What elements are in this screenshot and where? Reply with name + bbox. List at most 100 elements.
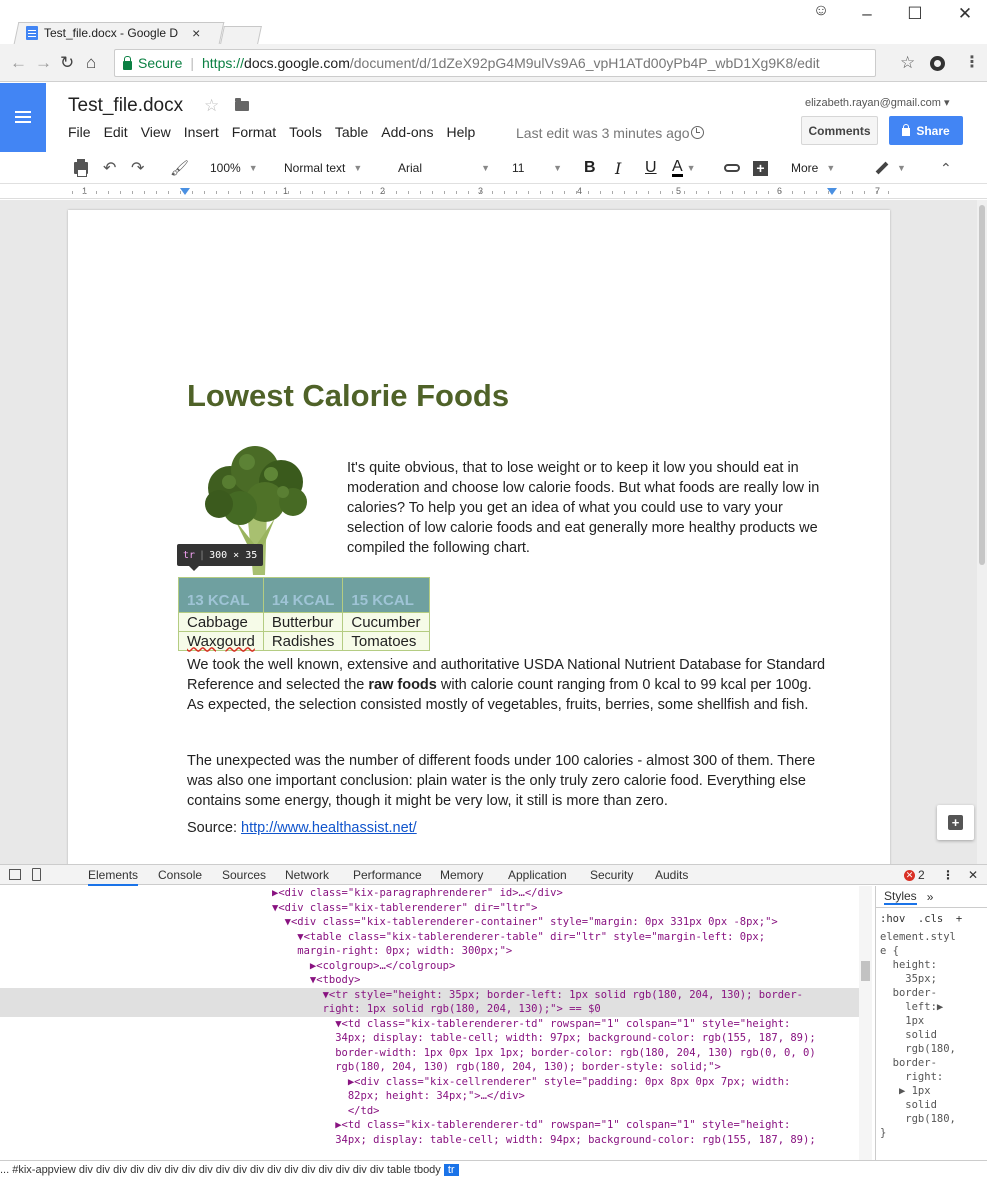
home-icon[interactable]: ⌂ xyxy=(86,53,96,73)
paint-format-icon[interactable]: 🖌︎ xyxy=(170,158,189,178)
star-document-icon[interactable]: ☆ xyxy=(204,96,219,116)
forward-arrow-icon[interactable]: → xyxy=(35,53,52,73)
menu-addons[interactable]: Add-ons xyxy=(381,124,433,140)
breadcrumb-active[interactable]: tr xyxy=(443,1164,459,1176)
tab-application[interactable]: Application xyxy=(508,868,567,882)
table-cell[interactable]: Tomatoes xyxy=(342,631,430,651)
dom-node-line[interactable]: 34px; display: table-cell; width: 97px; … xyxy=(272,1031,815,1046)
insert-comment-button[interactable]: + xyxy=(753,158,768,178)
font-size-select[interactable]: 11 ▼ xyxy=(512,158,562,178)
document-scrollbar[interactable] xyxy=(977,200,987,864)
menu-help[interactable]: Help xyxy=(446,124,475,140)
back-arrow-icon[interactable]: ← xyxy=(10,53,27,73)
table-header-cell[interactable]: 14 KCAL xyxy=(262,577,344,613)
maximize-button[interactable]: ☐ xyxy=(900,4,930,24)
dom-node-line[interactable]: </td> xyxy=(272,1104,380,1119)
insert-link-button[interactable] xyxy=(724,158,740,178)
style-rule-line[interactable]: border- xyxy=(880,986,962,1000)
browser-tab-content[interactable]: Test_file.docx - Google D × xyxy=(26,24,200,42)
style-rule-line[interactable]: 35px; xyxy=(880,972,962,986)
style-rule-line[interactable]: rgb(180, xyxy=(880,1042,962,1056)
menu-edit[interactable]: Edit xyxy=(104,124,128,140)
elements-scrollbar[interactable] xyxy=(859,886,872,1160)
menu-format[interactable]: Format xyxy=(232,124,276,140)
menu-tools[interactable]: Tools xyxy=(289,124,322,140)
menu-view[interactable]: View xyxy=(141,124,171,140)
misspelled-word[interactable]: Waxgourd xyxy=(187,633,255,650)
style-rule-line[interactable]: element.styl xyxy=(880,930,962,944)
scrollbar-thumb[interactable] xyxy=(861,961,870,981)
breadcrumb-path[interactable]: ... #kix-appview div div div div div div… xyxy=(0,1164,441,1176)
tab-console[interactable]: Console xyxy=(158,868,202,882)
table-cell[interactable]: Cabbage xyxy=(178,612,264,632)
style-rule-line[interactable]: solid xyxy=(880,1028,962,1042)
error-count-badge[interactable]: ✕ 2 xyxy=(904,868,925,882)
address-bar[interactable]: Secure | https:// docs.google.com /docum… xyxy=(114,49,876,77)
dom-node-line[interactable]: ▼<tbody> xyxy=(272,973,361,988)
style-rule-line[interactable]: rgb(180, xyxy=(880,1112,962,1126)
menu-table[interactable]: Table xyxy=(335,124,368,140)
style-rule-line[interactable]: ▶ 1px xyxy=(880,1084,962,1098)
tab-elements[interactable]: Elements xyxy=(88,868,139,886)
table-header-row[interactable]: 13 KCAL 14 KCAL 15 KCAL xyxy=(178,577,430,613)
account-menu[interactable]: elizabeth.rayan@gmail.com ▾ xyxy=(805,96,950,109)
close-window-button[interactable]: ✕ xyxy=(950,4,980,24)
more-button[interactable]: More ▼ xyxy=(791,158,835,178)
table-row[interactable]: Waxgourd Radishes Tomatoes xyxy=(178,631,430,651)
table-row[interactable]: Cabbage Butterbur Cucumber xyxy=(178,612,430,632)
tab-security[interactable]: Security xyxy=(590,868,633,882)
tab-memory[interactable]: Memory xyxy=(440,868,483,882)
new-tab-button[interactable] xyxy=(220,26,262,44)
style-rule-line[interactable]: 1px xyxy=(880,1014,962,1028)
dom-node-line[interactable]: ▼<tr style="height: 35px; border-left: 1… xyxy=(0,987,859,1002)
dom-node-line[interactable]: margin-right: 0px; width: 300px;"> xyxy=(272,944,512,959)
profile-icon[interactable]: ☺ xyxy=(806,2,836,20)
source-link[interactable]: http://www.healthassist.net/ xyxy=(241,820,417,836)
styles-rules[interactable]: element.styl e { height: 35px; border- le… xyxy=(880,930,962,1140)
devtools-close-icon[interactable]: ✕ xyxy=(968,868,978,882)
tab-network[interactable]: Network xyxy=(285,868,329,882)
document-page[interactable]: Lowest Calorie Foods It's quite obvious,… xyxy=(68,210,890,864)
move-to-folder-icon[interactable] xyxy=(235,98,249,111)
comments-button[interactable]: Comments xyxy=(801,116,878,145)
font-select[interactable]: Arial ▼ xyxy=(398,158,490,178)
redo-icon[interactable]: ↷ xyxy=(131,158,144,178)
tab-audits[interactable]: Audits xyxy=(655,868,688,882)
inspect-element-icon[interactable] xyxy=(9,869,21,880)
collapse-menus-icon[interactable]: ⌃ xyxy=(940,158,952,178)
dom-node-line[interactable]: rgb(180, 204, 130) rgb(180, 204, 130); b… xyxy=(272,1060,721,1075)
share-button[interactable]: Share xyxy=(889,116,963,145)
paragraph-style-select[interactable]: Normal text ▼ xyxy=(284,158,362,178)
minimize-button[interactable]: – xyxy=(852,4,882,24)
table-cell[interactable]: Waxgourd xyxy=(178,631,264,651)
left-indent-marker[interactable] xyxy=(180,188,190,195)
explore-button[interactable]: + xyxy=(937,805,974,840)
style-rule-line[interactable]: solid xyxy=(880,1098,962,1112)
table-header-cell[interactable]: 13 KCAL xyxy=(178,577,264,613)
dom-node-line[interactable]: border-width: 1px 0px 1px 1px; border-co… xyxy=(272,1046,815,1061)
styles-filter[interactable]: :hov .cls + xyxy=(880,912,962,926)
devtools-menu-icon[interactable]: ⋮ xyxy=(942,868,954,882)
dom-node-line[interactable]: ▼<td class="kix-tablerenderer-td" rowspa… xyxy=(272,1017,790,1032)
more-tabs-icon[interactable]: » xyxy=(927,890,934,904)
menu-file[interactable]: File xyxy=(68,124,91,140)
dom-node-line[interactable]: 34px; display: table-cell; width: 94px; … xyxy=(272,1133,815,1148)
tab-close-icon[interactable]: × xyxy=(192,25,200,41)
last-edit-link[interactable]: Last edit was 3 minutes ago xyxy=(516,125,690,141)
dom-node-line[interactable]: ▼<div class="kix-tablerenderer-container… xyxy=(272,915,778,930)
italic-button[interactable]: I xyxy=(615,158,621,178)
scrollbar-thumb[interactable] xyxy=(979,205,985,565)
bold-button[interactable]: B xyxy=(584,158,596,178)
dom-node-line[interactable]: ▶<div class="kix-paragraphrenderer" id>…… xyxy=(272,886,563,901)
tab-sources[interactable]: Sources xyxy=(222,868,266,882)
style-rule-line[interactable]: e { xyxy=(880,944,962,958)
dom-node-line[interactable]: ▶<td class="kix-tablerenderer-td" rowspa… xyxy=(272,1118,790,1133)
dom-node-line[interactable]: ▶<div class="kix-cellrenderer" style="pa… xyxy=(272,1075,791,1090)
dom-node-line[interactable]: right: 1px solid rgb(180, 204, 130);"> =… xyxy=(0,1002,859,1017)
dom-node-line[interactable]: ▼<div class="kix-tablerenderer" dir="ltr… xyxy=(272,901,538,916)
extension-icon[interactable] xyxy=(930,56,945,71)
dom-node-line[interactable]: ▼<table class="kix-tablerenderer-table" … xyxy=(272,930,765,945)
calorie-table[interactable]: 13 KCAL 14 KCAL 15 KCAL Cabbage Butterbu… xyxy=(178,577,430,651)
document-title[interactable]: Test_file.docx xyxy=(68,95,183,117)
bookmark-star-icon[interactable]: ☆ xyxy=(900,53,915,73)
